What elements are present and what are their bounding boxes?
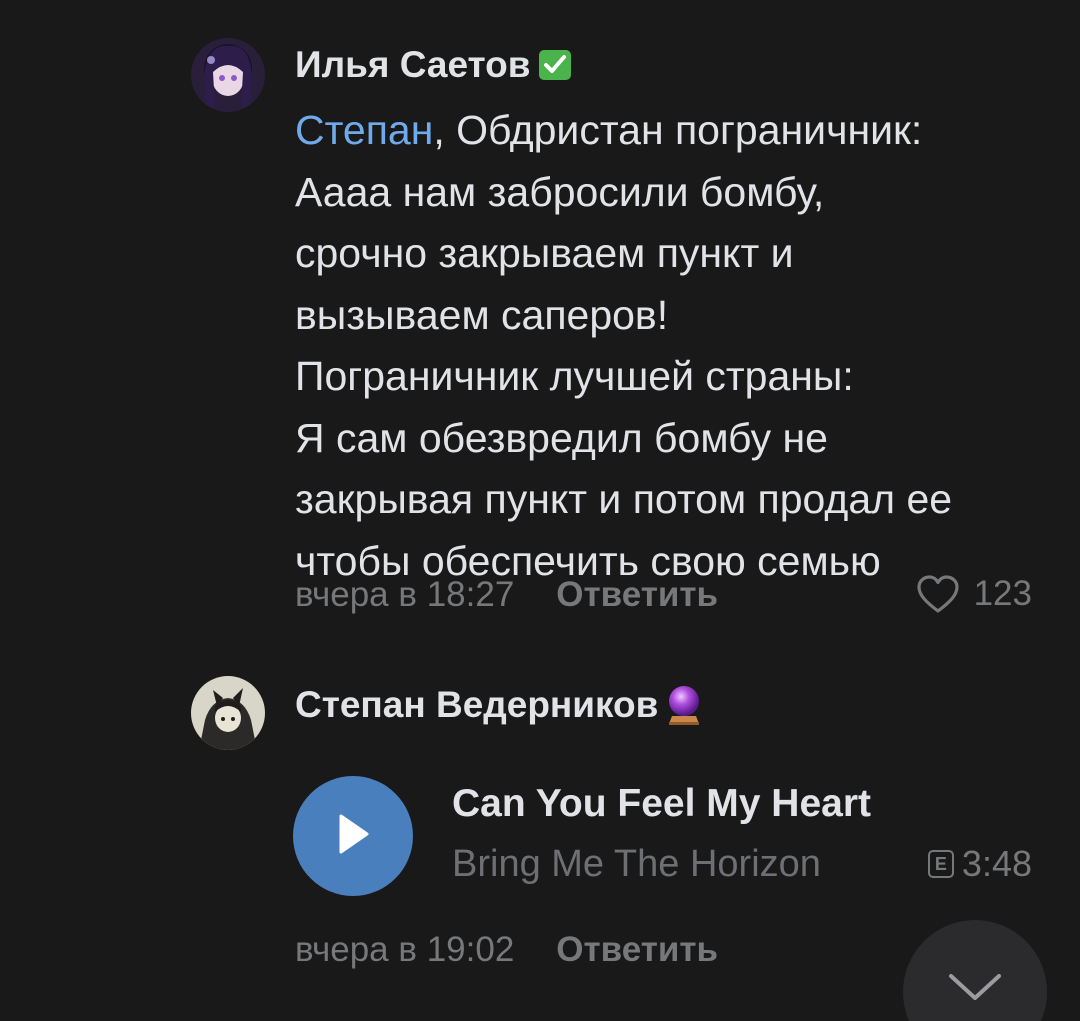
like-count: 123 — [973, 574, 1032, 613]
play-button[interactable] — [293, 776, 413, 896]
scroll-down-button[interactable] — [903, 920, 1047, 1021]
comment-text: Степан, Обдристан пограничник: Аааа нам … — [295, 100, 1055, 592]
comment-meta: вчера в 18:27 Ответить — [295, 575, 718, 615]
comment-text-body: , Обдристан пограничник: Аааа нам заброс… — [295, 107, 953, 584]
author-name[interactable]: Степан Ведерников — [295, 684, 658, 726]
mention-link[interactable]: Степан — [295, 107, 433, 153]
track-duration: E 3:48 — [927, 843, 1032, 885]
avatar-image — [191, 38, 265, 112]
avatar-image — [191, 676, 265, 750]
track-title[interactable]: Can You Feel My Heart — [452, 782, 871, 826]
heart-icon — [916, 574, 960, 614]
crystal-ball-icon — [664, 684, 704, 726]
comment-timestamp[interactable]: вчера в 19:02 — [295, 930, 514, 970]
comment-timestamp[interactable]: вчера в 18:27 — [295, 575, 514, 615]
verified-check-icon — [537, 47, 573, 83]
comment-author[interactable]: Степан Ведерников — [295, 684, 704, 726]
play-icon — [333, 812, 373, 861]
reply-button[interactable]: Ответить — [556, 575, 718, 615]
avatar[interactable] — [191, 676, 265, 750]
explicit-icon: E — [927, 850, 954, 878]
comment-meta: вчера в 19:02 Ответить — [295, 930, 718, 970]
like-button[interactable]: 123 — [916, 574, 1032, 614]
comments-screen: Илья Саетов Степан, Обдристан погранични… — [0, 0, 1080, 1021]
chevron-down-icon — [947, 972, 1003, 1021]
avatar[interactable] — [191, 38, 265, 112]
comment-author[interactable]: Илья Саетов — [295, 44, 573, 86]
reply-button[interactable]: Ответить — [556, 930, 718, 970]
track-artist[interactable]: Bring Me The Horizon — [452, 843, 821, 886]
duration-text: 3:48 — [961, 843, 1032, 884]
author-name[interactable]: Илья Саетов — [295, 44, 531, 86]
